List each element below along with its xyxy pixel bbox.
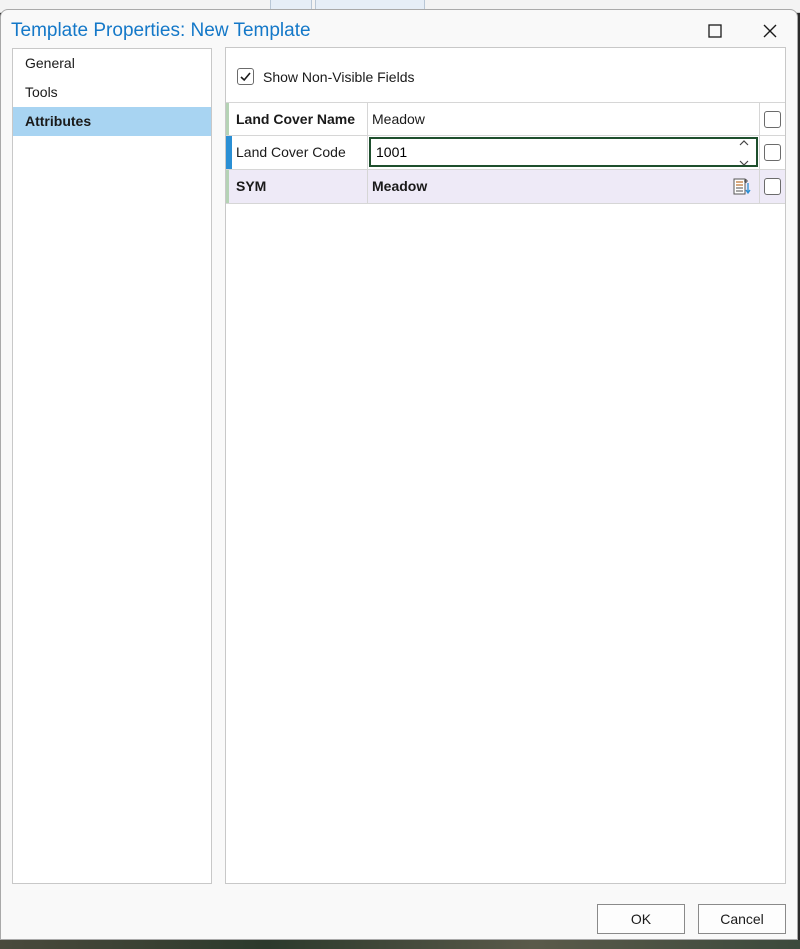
value-stepper[interactable] xyxy=(736,139,752,167)
table-row: Land Cover Name Meadow xyxy=(226,102,785,136)
field-value[interactable]: Meadow xyxy=(372,170,427,203)
table-row: SYM Meadow xyxy=(226,169,785,204)
chevron-up-icon[interactable] xyxy=(738,139,750,147)
maximize-icon xyxy=(708,24,722,38)
close-icon xyxy=(763,24,777,38)
show-non-visible-fields-option: Show Non-Visible Fields xyxy=(237,68,414,85)
ok-button[interactable]: OK xyxy=(597,904,685,934)
close-button[interactable] xyxy=(748,16,792,46)
row-marker xyxy=(226,103,229,135)
dialog-title: Template Properties: New Template xyxy=(11,20,311,41)
field-name: Land Cover Code xyxy=(236,136,368,169)
attributes-grid: Land Cover Name Meadow Land Cover Code 1… xyxy=(226,102,785,204)
attributes-panel: Show Non-Visible Fields Land Cover Name … xyxy=(225,47,786,884)
visible-cell xyxy=(759,102,785,136)
nav-item-label: Tools xyxy=(25,84,58,100)
cancel-button[interactable]: Cancel xyxy=(698,904,786,934)
dialog-titlebar: Template Properties: New Template xyxy=(1,10,797,52)
field-name: SYM xyxy=(236,170,368,203)
active-row-marker xyxy=(226,136,232,169)
nav-item-general[interactable]: General xyxy=(13,49,211,78)
field-visible-checkbox[interactable] xyxy=(764,111,781,128)
field-visible-checkbox[interactable] xyxy=(764,144,781,161)
field-value[interactable]: Meadow xyxy=(372,103,425,136)
show-non-visible-label: Show Non-Visible Fields xyxy=(263,68,415,85)
nav-item-label: General xyxy=(25,55,75,71)
symbol-list-icon[interactable] xyxy=(732,177,752,197)
maximize-button[interactable] xyxy=(693,16,737,46)
field-name: Land Cover Name xyxy=(236,103,368,136)
row-marker xyxy=(226,170,229,203)
background-map-strip xyxy=(0,940,800,949)
visible-cell xyxy=(759,169,785,203)
visible-cell xyxy=(759,135,785,169)
nav-item-tools[interactable]: Tools xyxy=(13,78,211,107)
land-cover-code-input[interactable] xyxy=(369,137,758,167)
show-non-visible-checkbox[interactable] xyxy=(237,68,254,85)
nav-item-label: Attributes xyxy=(25,113,92,129)
field-visible-checkbox[interactable] xyxy=(764,178,781,195)
checkmark-icon xyxy=(240,72,251,82)
table-row: Land Cover Code xyxy=(226,135,785,170)
template-properties-dialog: Template Properties: New Template Genera… xyxy=(0,9,798,940)
chevron-down-icon[interactable] xyxy=(738,159,750,167)
nav-item-attributes[interactable]: Attributes xyxy=(13,107,211,136)
properties-nav: General Tools Attributes xyxy=(12,48,212,884)
